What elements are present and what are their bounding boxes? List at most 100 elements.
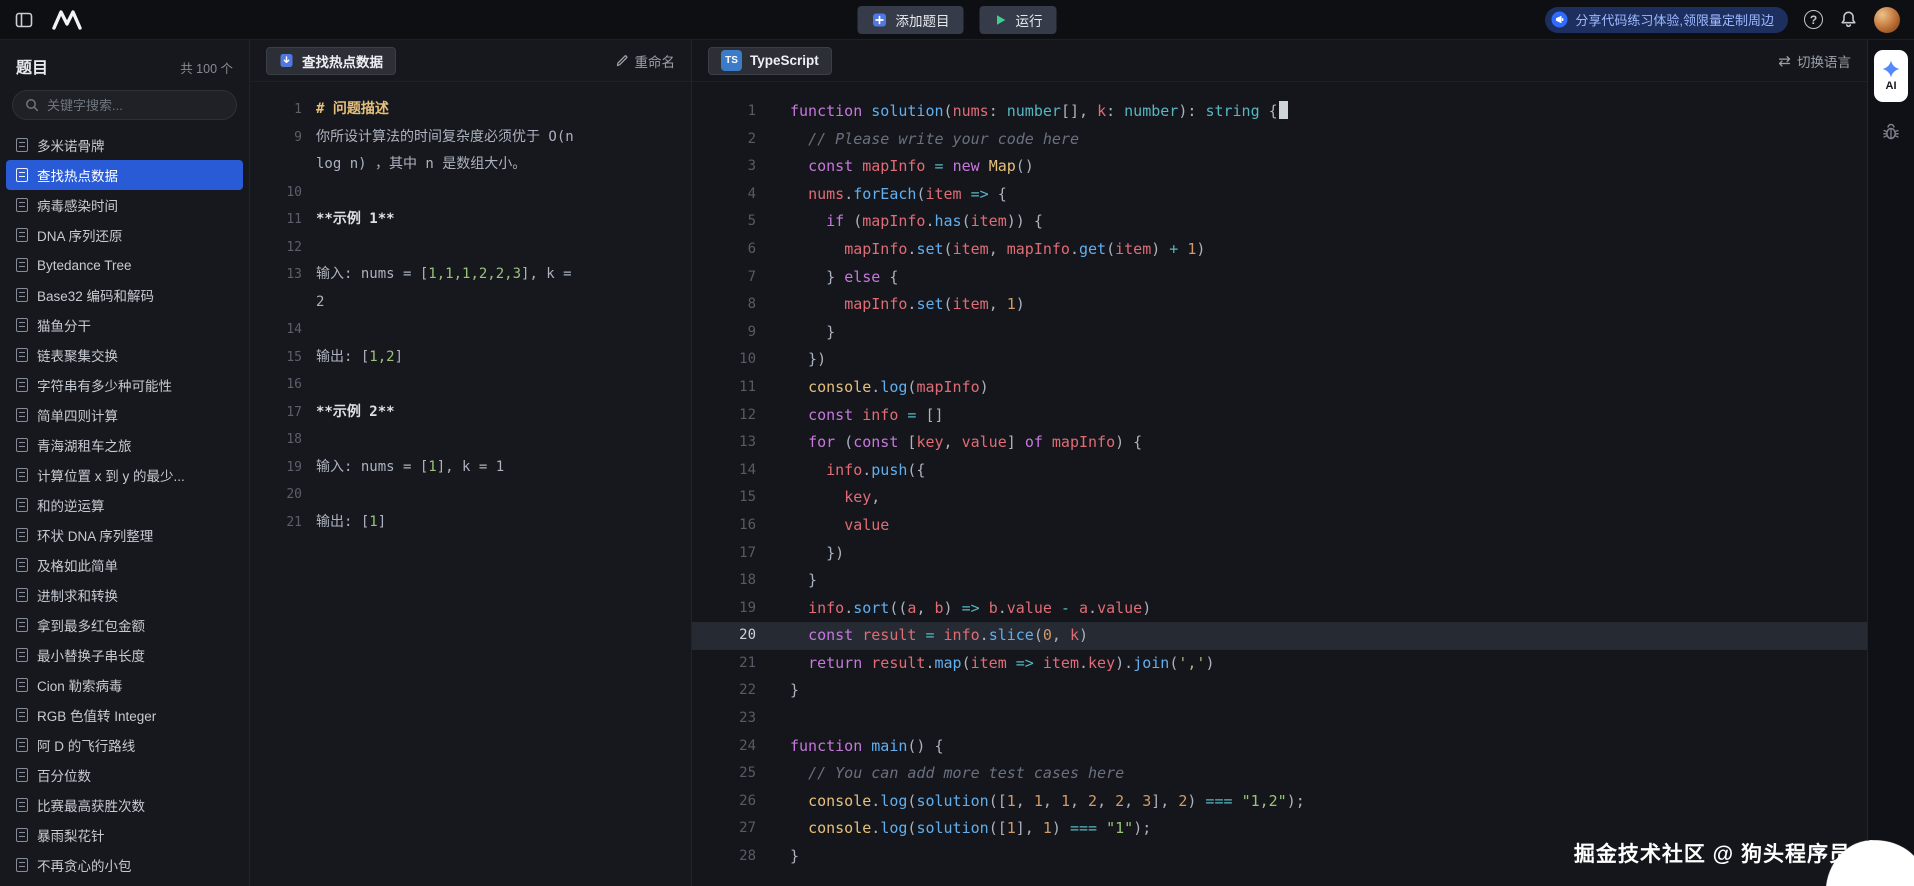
promo-banner[interactable]: 分享代码练习体验,领限量定制周边 (1545, 7, 1788, 33)
line-number: 15 (692, 484, 756, 512)
sidebar-item[interactable]: 病毒感染时间 (6, 190, 243, 220)
line-number: 9 (692, 319, 756, 347)
sidebar-item[interactable]: 简单四则计算 (6, 400, 243, 430)
sidebar-item-label: 比赛最高获胜次数 (37, 795, 145, 815)
sidebar-item[interactable]: 计算位置 x 到 y 的最少... (6, 460, 243, 490)
code-line[interactable]: 12 (250, 234, 691, 262)
code-line[interactable]: 1# 问题描述 (250, 96, 691, 124)
sidebar-item[interactable]: 查找热点数据 (6, 160, 243, 190)
sidebar-item[interactable]: 链表聚集交换 (6, 340, 243, 370)
app-window: 添加题目 运行 分享代码练 (0, 0, 1914, 886)
add-problem-icon (872, 12, 888, 28)
sidebar-item[interactable]: DNA 序列还原 (6, 220, 243, 250)
code-line[interactable]: 11**示例 1** (250, 206, 691, 234)
code-line[interactable]: 22} (692, 677, 1867, 705)
sidebar-item[interactable]: 比赛最高获胜次数 (6, 790, 243, 820)
code-line[interactable]: 9你所设计算法的时间复杂度必须优于 O(n (250, 124, 691, 152)
line-number: 1 (692, 98, 756, 126)
code-line[interactable]: 10 }) (692, 346, 1867, 374)
line-number: 7 (692, 264, 756, 292)
sidebar-toggle-icon[interactable] (14, 10, 34, 30)
code-line[interactable]: 26 console.log(solution([1, 1, 1, 2, 2, … (692, 788, 1867, 816)
code-line[interactable]: 13 for (const [key, value] of mapInfo) { (692, 429, 1867, 457)
line-number: 24 (692, 733, 756, 761)
sidebar-item[interactable]: 阿 D 的飞行路线 (6, 730, 243, 760)
code-line[interactable]: 6 mapInfo.set(item, mapInfo.get(item) + … (692, 236, 1867, 264)
add-problem-button[interactable]: 添加题目 (858, 6, 964, 34)
code-line[interactable]: 23 (692, 705, 1867, 733)
code-line[interactable]: 2 (250, 289, 691, 317)
sidebar-item[interactable]: 百分位数 (6, 760, 243, 790)
ai-assistant-button[interactable]: AI (1874, 50, 1908, 102)
code-line[interactable]: 4 nums.forEach(item => { (692, 181, 1867, 209)
code-line[interactable]: 3 const mapInfo = new Map() (692, 153, 1867, 181)
code-line[interactable]: 11 console.log(mapInfo) (692, 374, 1867, 402)
sidebar-item-label: Cion 勒索病毒 (37, 675, 123, 695)
code-line[interactable]: 20 const result = info.slice(0, k) (692, 622, 1867, 650)
run-button[interactable]: 运行 (980, 6, 1057, 34)
sidebar-item[interactable]: 青海湖租车之旅 (6, 430, 243, 460)
line-number: 23 (692, 705, 756, 733)
sidebar-item[interactable]: 猫鱼分干 (6, 310, 243, 340)
code-line[interactable]: 10 (250, 179, 691, 207)
sidebar-item[interactable]: 及格如此简单 (6, 550, 243, 580)
code-line[interactable]: 25 // You can add more test cases here (692, 760, 1867, 788)
code-line[interactable]: 18 } (692, 567, 1867, 595)
search-box[interactable] (12, 90, 237, 120)
code-line[interactable]: 24function main() { (692, 733, 1867, 761)
sidebar-item[interactable]: 不再贪心的小包 (6, 850, 243, 880)
sidebar-item[interactable]: RGB 色值转 Integer (6, 700, 243, 730)
sidebar-item[interactable]: 暴雨梨花针 (6, 820, 243, 850)
code-line[interactable]: 1function solution(nums: number[], k: nu… (692, 98, 1867, 126)
code-line[interactable]: 19输入: nums = [1], k = 1 (250, 454, 691, 482)
sidebar-item[interactable]: Bytedance Tree (6, 250, 243, 280)
code-line[interactable]: 16 (250, 371, 691, 399)
switch-language-button[interactable]: ⇄ 切换语言 (1778, 51, 1851, 71)
code-line[interactable]: 8 mapInfo.set(item, 1) (692, 291, 1867, 319)
document-icon (16, 318, 28, 332)
sidebar-item[interactable]: 环状 DNA 序列整理 (6, 520, 243, 550)
debug-bug-icon[interactable] (1881, 122, 1901, 142)
code-line[interactable]: 17**示例 2** (250, 399, 691, 427)
search-input[interactable] (47, 98, 224, 113)
sidebar-item-label: 查找热点数据 (37, 165, 118, 185)
problem-title-chip[interactable]: 查找热点数据 (266, 47, 396, 75)
document-icon (16, 798, 28, 812)
sidebar-item[interactable]: Cion 勒索病毒 (6, 670, 243, 700)
code-line[interactable]: 14 (250, 316, 691, 344)
code-line[interactable]: 2 // Please write your code here (692, 126, 1867, 154)
sidebar-item[interactable]: 字符串有多少种可能性 (6, 370, 243, 400)
code-line[interactable]: 12 const info = [] (692, 402, 1867, 430)
document-icon (16, 198, 28, 212)
code-line[interactable]: 21输出: [1] (250, 509, 691, 537)
code-line[interactable]: 15 key, (692, 484, 1867, 512)
sidebar-item[interactable]: 和的逆运算 (6, 490, 243, 520)
user-avatar[interactable] (1874, 7, 1900, 33)
sidebar-item[interactable]: 进制求和转换 (6, 580, 243, 610)
marscode-logo-icon[interactable] (50, 9, 84, 31)
document-icon (16, 708, 28, 722)
sidebar-item[interactable]: Base32 编码和解码 (6, 280, 243, 310)
code-line[interactable]: 19 info.sort((a, b) => b.value - a.value… (692, 595, 1867, 623)
sidebar-item[interactable]: 拿到最多红包金额 (6, 610, 243, 640)
code-line[interactable]: 5 if (mapInfo.has(item)) { (692, 208, 1867, 236)
document-icon (16, 168, 28, 182)
sidebar-item[interactable]: 多米诺骨牌 (6, 130, 243, 160)
code-line[interactable]: 20 (250, 481, 691, 509)
language-chip[interactable]: TS TypeScript (708, 47, 832, 75)
code-line[interactable]: 16 value (692, 512, 1867, 540)
help-icon[interactable]: ? (1804, 10, 1823, 29)
rename-button[interactable]: 重命名 (615, 51, 676, 71)
code-line[interactable]: 14 info.push({ (692, 457, 1867, 485)
code-line[interactable]: log n) ，其中 n 是数组大小。 (250, 151, 691, 179)
code-line[interactable]: 21 return result.map(item => item.key).j… (692, 650, 1867, 678)
sidebar-item[interactable]: 最小替换子串长度 (6, 640, 243, 670)
code-line[interactable]: 15输出: [1,2] (250, 344, 691, 372)
notifications-bell-icon[interactable] (1839, 10, 1858, 29)
search-icon (25, 98, 39, 112)
code-line[interactable]: 13输入: nums = [1,1,1,2,2,3], k = (250, 261, 691, 289)
code-line[interactable]: 17 }) (692, 540, 1867, 568)
code-line[interactable]: 9 } (692, 319, 1867, 347)
code-line[interactable]: 18 (250, 426, 691, 454)
code-line[interactable]: 7 } else { (692, 264, 1867, 292)
